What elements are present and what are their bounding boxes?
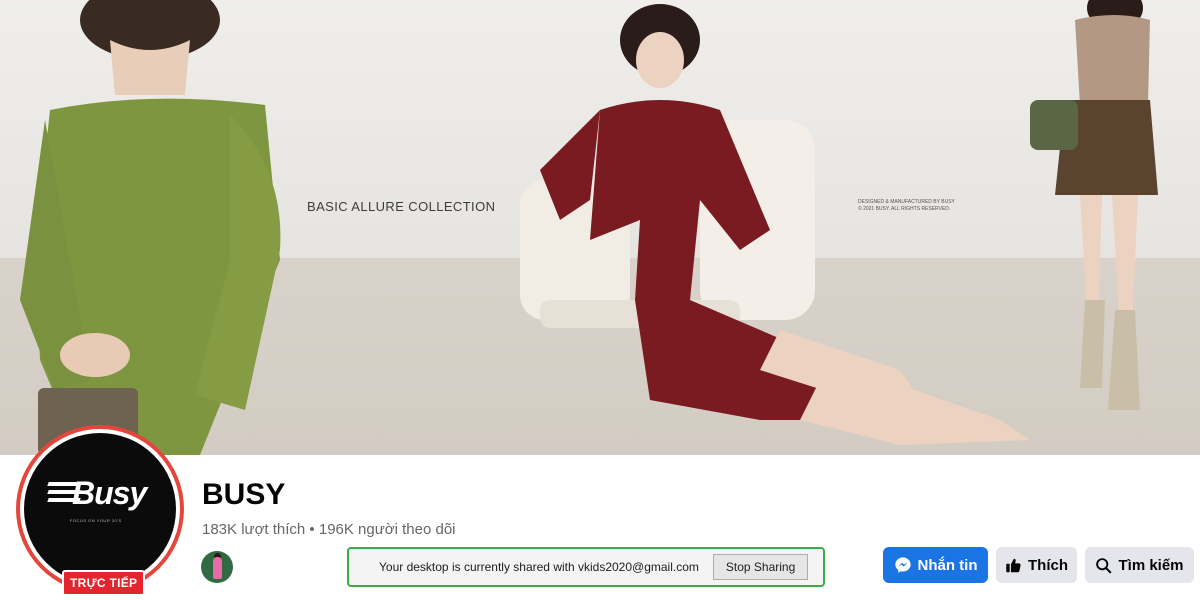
- search-icon: [1096, 557, 1112, 573]
- screen-share-message: Your desktop is currently shared with vk…: [379, 560, 699, 574]
- model-green-dress: [20, 0, 281, 455]
- screen-share-banner: Your desktop is currently shared with vk…: [347, 547, 825, 587]
- logo-text: Busy: [72, 475, 147, 511]
- cover-photo[interactable]: BASIC ALLURE COLLECTION DESIGNED & MANUF…: [0, 0, 1200, 455]
- search-button[interactable]: Tìm kiếm: [1085, 547, 1194, 583]
- credit-line: © 2021 BUSY. All rights reserved.: [858, 206, 951, 212]
- credit-line: DESIGNED & MANUFACTURED BY BUSY: [858, 199, 955, 205]
- profile-picture-border: Busy FOCUS ON YOUR 20'S: [20, 429, 180, 589]
- page-title: BUSY: [202, 478, 286, 511]
- busy-logo: Busy FOCUS ON YOUR 20'S: [24, 433, 176, 585]
- messenger-icon: [894, 557, 911, 573]
- logo-tagline: FOCUS ON YOUR 20'S: [70, 518, 122, 523]
- search-button-label: Tìm kiếm: [1118, 556, 1184, 574]
- like-button-label: Thích: [1028, 556, 1068, 574]
- follower-avatar[interactable]: [201, 551, 233, 583]
- stop-sharing-button[interactable]: Stop Sharing: [712, 554, 809, 580]
- cover-credits: DESIGNED & MANUFACTURED BY BUSY © 2021 B…: [858, 199, 988, 213]
- page-stats[interactable]: 183K lượt thích • 196K người theo dõi: [202, 521, 456, 538]
- like-button[interactable]: Thích: [996, 547, 1077, 583]
- collection-title: BASIC ALLURE COLLECTION: [307, 199, 496, 214]
- message-button-label: Nhắn tin: [917, 556, 978, 574]
- model-brown-skirt: [1030, 0, 1158, 410]
- profile-picture[interactable]: Busy FOCUS ON YOUR 20'S: [16, 425, 184, 593]
- live-badge[interactable]: TRỰC TIẾP: [62, 570, 146, 596]
- message-button[interactable]: Nhắn tin: [883, 547, 988, 583]
- thumbs-up-icon: [1006, 558, 1021, 572]
- cover-models-illustration: [20, 0, 1158, 455]
